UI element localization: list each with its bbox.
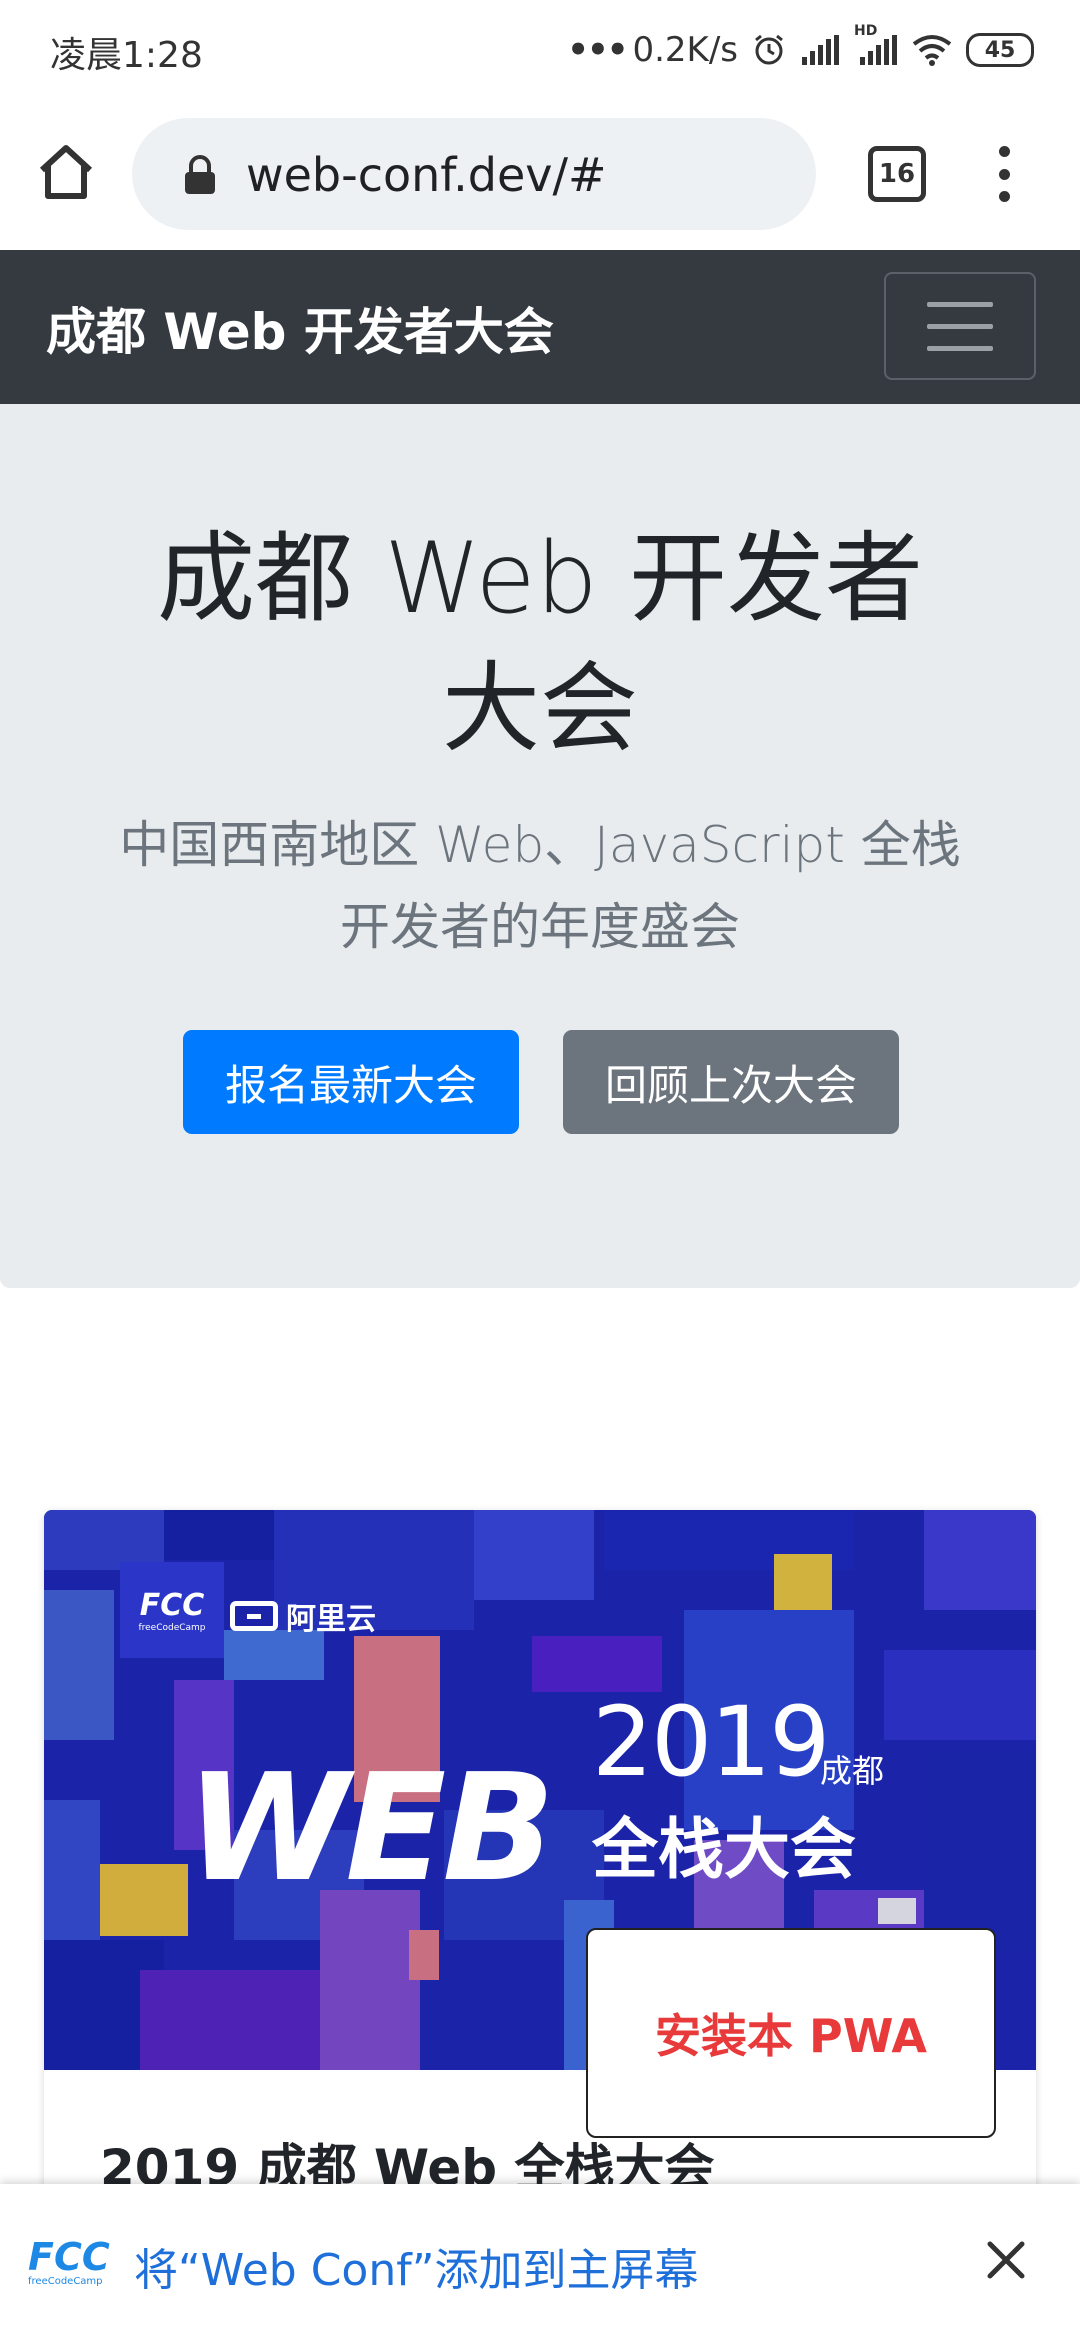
tab-switcher-button[interactable]: 16 <box>868 146 926 202</box>
hero-lead: 中国西南地区 Web、JavaScript 全栈 开发者的年度盛会 <box>90 804 990 968</box>
menu-dot-icon <box>998 168 1010 180</box>
lock-icon <box>185 155 215 194</box>
hamburger-line <box>927 301 993 307</box>
status-time: 凌晨1:28 <box>50 35 203 76</box>
hd-label: HD <box>854 23 878 39</box>
hero-lead-line2: 开发者的年度盛会 <box>340 898 740 956</box>
hero-title-line2: 大会 <box>441 652 638 766</box>
fcc-logo-sub: freeCodeCamp <box>138 1622 206 1633</box>
home-button[interactable] <box>34 140 98 210</box>
wifi-icon <box>912 34 952 66</box>
status-icons: ••• 0.2K/s HD 45 <box>567 22 1034 78</box>
app-logo-sub: freeCodeCamp <box>28 2276 103 2287</box>
add-to-home-text[interactable]: 将“Web Conf”添加到主屏幕 <box>134 2234 699 2298</box>
home-icon <box>39 145 93 199</box>
address-bar[interactable]: web-conf.dev/# <box>132 118 816 230</box>
banner-year: 2019 <box>592 1686 830 1798</box>
hero-title-line1: 成都 Web 开发者 <box>157 522 923 636</box>
review-previous-button[interactable]: 回顾上次大会 <box>563 1030 899 1134</box>
hero-jumbotron: 成都 Web 开发者 大会 中国西南地区 Web、JavaScript 全栈 开… <box>0 404 1080 1288</box>
navbar-brand[interactable]: 成都 Web 开发者大会 <box>46 292 554 364</box>
add-to-home-banner[interactable]: FCC freeCodeCamp 将“Web Conf”添加到主屏幕 <box>0 2184 1080 2340</box>
close-icon[interactable] <box>984 2238 1028 2282</box>
banner-conf-name: 全栈大会 <box>592 1811 856 1888</box>
register-latest-button[interactable]: 报名最新大会 <box>183 1030 519 1134</box>
banner-city: 成都 <box>820 1752 885 1790</box>
app-logo-mark: FCC <box>28 2235 110 2279</box>
more-dots-icon: ••• <box>567 30 628 70</box>
fcc-logo-mark: FCC <box>139 1587 205 1623</box>
battery-icon: 45 <box>966 33 1034 67</box>
url-text[interactable]: web-conf.dev/# <box>246 148 607 202</box>
status-bar: 凌晨1:28 ••• 0.2K/s HD 45 <box>0 0 1080 100</box>
menu-dot-icon <box>998 191 1010 202</box>
browser-toolbar: web-conf.dev/# 16 <box>0 100 1080 250</box>
hero-title: 成都 Web 开发者 大会 <box>60 514 1020 774</box>
alarm-icon <box>752 33 786 67</box>
aliyun-mark-icon <box>230 1601 278 1631</box>
app-logo-icon: FCC freeCodeCamp <box>28 2235 110 2296</box>
install-pwa-label: 安装本 PWA <box>654 2009 927 2063</box>
signal-icon <box>800 35 840 65</box>
hamburger-line <box>927 323 993 329</box>
navbar-toggler-button[interactable] <box>884 272 1036 380</box>
net-speed: 0.2K/s <box>632 30 738 70</box>
signal-hd-icon: HD <box>854 23 898 65</box>
site-navbar: 成都 Web 开发者大会 <box>0 250 1080 404</box>
aliyun-logo: 阿里云 <box>230 1594 376 1638</box>
install-pwa-button[interactable]: 安装本 PWA <box>586 1928 996 2138</box>
hamburger-line <box>927 345 993 351</box>
aliyun-label: 阿里云 <box>286 1602 376 1637</box>
browser-menu-button[interactable] <box>996 146 1012 202</box>
freecodecamp-logo: FCC freeCodeCamp <box>120 1562 224 1658</box>
menu-dot-icon <box>998 146 1010 157</box>
hero-lead-line1: 中国西南地区 Web、JavaScript 全栈 <box>119 816 961 874</box>
banner-web-word: WEB <box>186 1742 555 1914</box>
